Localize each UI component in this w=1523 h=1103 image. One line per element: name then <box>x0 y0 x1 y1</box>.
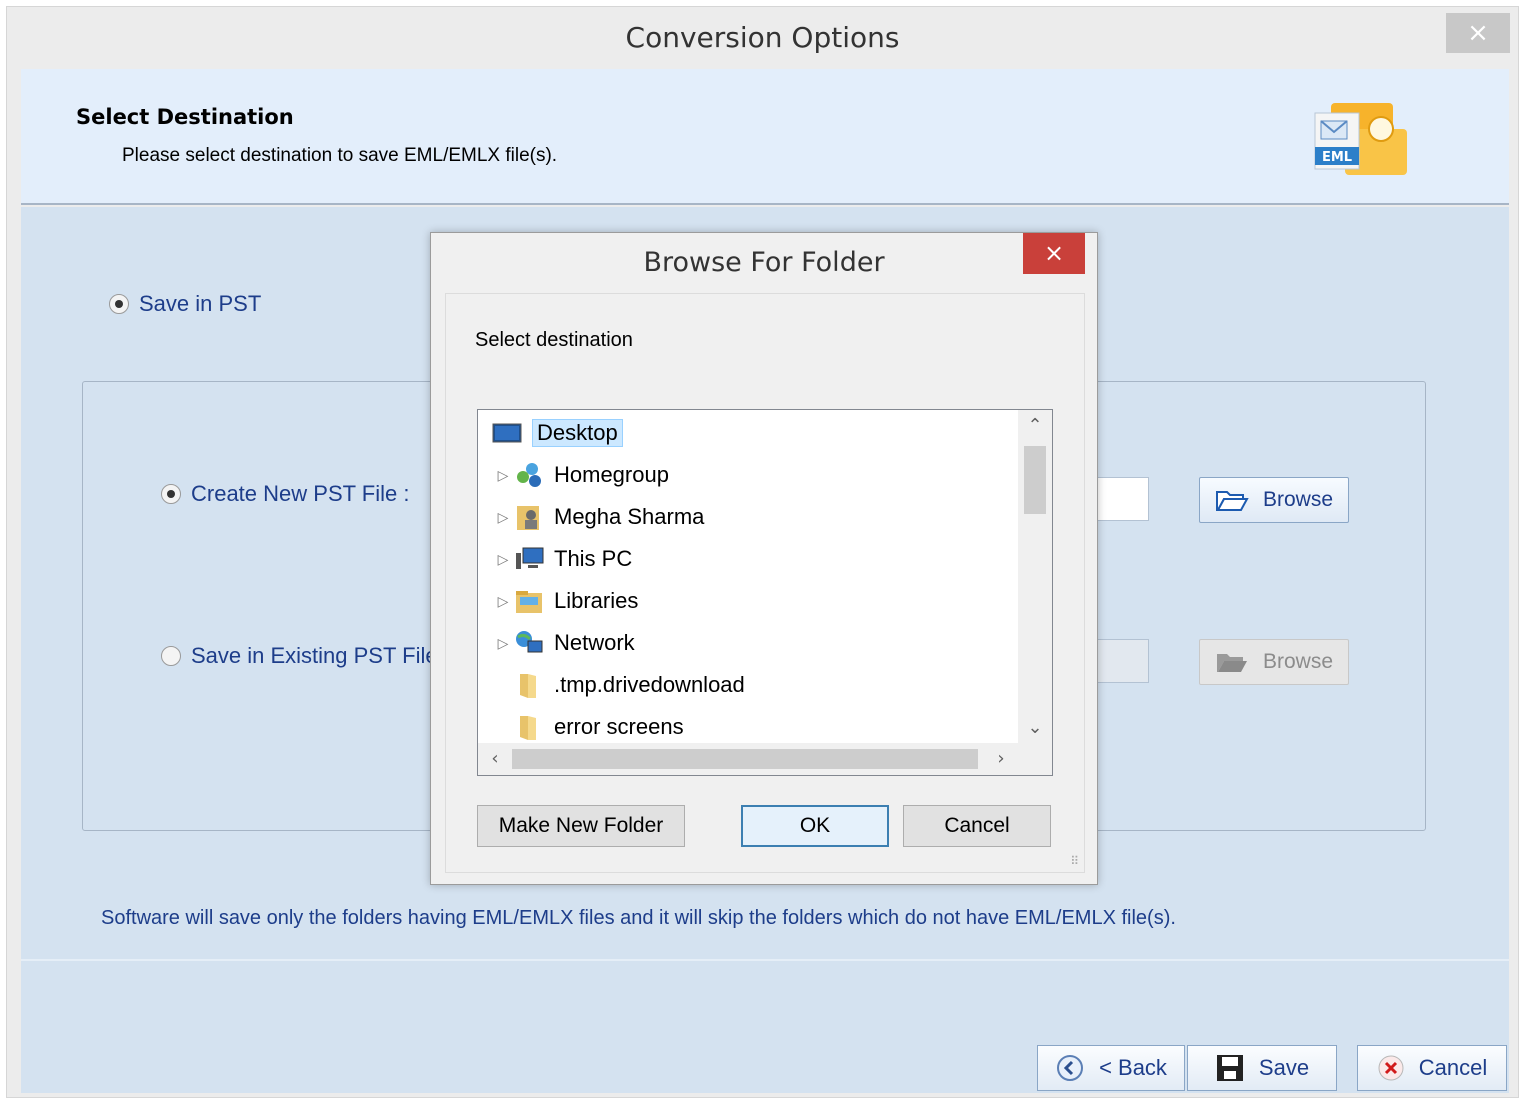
save-label: Save <box>1258 1055 1310 1080</box>
back-button[interactable]: < Back <box>1037 1045 1185 1091</box>
browse-new-button[interactable]: Browse <box>1199 477 1349 523</box>
folder-icon <box>520 716 536 740</box>
expand-arrow-icon[interactable]: ▷ <box>492 509 514 526</box>
scroll-thumb[interactable] <box>1024 446 1046 514</box>
footer-panel: < Back Save Cancel <box>21 959 1509 1093</box>
save-in-pst-radio[interactable]: Save in PST <box>109 291 261 317</box>
tree-item-this-pc[interactable]: ▷ This PC <box>492 538 633 580</box>
floppy-disk-icon <box>1216 1055 1243 1081</box>
vertical-scrollbar[interactable]: ⌃ ⌄ <box>1018 410 1052 744</box>
expand-arrow-icon[interactable]: ▷ <box>492 635 514 652</box>
save-existing-pst-radio[interactable]: Save in Existing PST File <box>161 643 438 669</box>
ok-button[interactable]: OK <box>741 805 889 847</box>
tree-item-label: Homegroup <box>554 462 669 487</box>
back-label: < Back <box>1099 1055 1167 1080</box>
save-existing-pst-label: Save in Existing PST File <box>191 643 438 668</box>
dialog-label: Select destination <box>475 329 633 351</box>
browse-existing-label: Browse <box>1262 650 1334 673</box>
window-title: Conversion Options <box>625 21 900 54</box>
info-text: Software will save only the folders havi… <box>101 907 1176 929</box>
make-new-folder-button[interactable]: Make New Folder <box>477 805 685 847</box>
folder-open-icon <box>1216 654 1247 672</box>
eml-logo-icon: EML <box>1314 103 1407 175</box>
radio-dot <box>109 294 129 314</box>
tree-item-label: .tmp.drivedownload <box>554 672 745 697</box>
computer-icon <box>516 547 544 569</box>
save-button[interactable]: Save <box>1187 1045 1337 1091</box>
browse-existing-button: Browse <box>1199 639 1349 685</box>
header-title: Select Destination <box>76 105 294 129</box>
tree-item-megha-sharma[interactable]: ▷ Megha Sharma <box>492 496 704 538</box>
header-panel: Select Destination Please select destina… <box>21 69 1509 205</box>
tree-item-libraries[interactable]: ▷ Libraries <box>492 580 638 622</box>
tree-item-label: Network <box>554 630 635 655</box>
tree-item-label: Megha Sharma <box>554 504 705 529</box>
cancel-button[interactable]: Cancel <box>1357 1045 1507 1091</box>
window-close-button[interactable]: × <box>1446 13 1510 53</box>
create-new-pst-radio[interactable]: Create New PST File : <box>161 481 409 507</box>
user-folder-icon <box>517 506 539 530</box>
create-new-pst-label: Create New PST File : <box>191 481 410 506</box>
libraries-icon <box>516 591 542 613</box>
tree-item-error-screens[interactable]: error screens <box>514 706 684 748</box>
tree-item-network[interactable]: ▷ Network <box>492 622 635 664</box>
expand-arrow-icon[interactable]: ▷ <box>492 551 514 568</box>
homegroup-icon <box>517 463 541 487</box>
scroll-right-icon[interactable]: › <box>984 743 1018 775</box>
tree-item-desktop[interactable]: Desktop <box>492 412 623 454</box>
back-arrow-icon <box>1057 1055 1084 1081</box>
tree-item-tmp-drivedownload[interactable]: .tmp.drivedownload <box>514 664 745 706</box>
header-subtitle: Please select destination to save EML/EM… <box>122 145 558 166</box>
scroll-thumb[interactable] <box>512 749 978 769</box>
tree-item-homegroup[interactable]: ▷ Homegroup <box>492 454 669 496</box>
dialog-cancel-button[interactable]: Cancel <box>903 805 1051 847</box>
resize-grip-icon[interactable]: ⠿ <box>1070 854 1079 868</box>
tree-item-label: error screens <box>554 714 684 739</box>
cancel-label: Cancel <box>1418 1055 1488 1080</box>
tree-item-label: Desktop <box>532 419 623 447</box>
horizontal-scrollbar[interactable]: ‹ › <box>478 743 1052 775</box>
scroll-left-icon[interactable]: ‹ <box>478 743 512 775</box>
save-in-pst-label: Save in PST <box>139 291 262 316</box>
browse-for-folder-dialog: Browse For Folder × Select destination D… <box>430 232 1098 885</box>
scroll-down-icon[interactable]: ⌄ <box>1018 712 1052 744</box>
tree-item-label: Libraries <box>554 588 639 613</box>
eml-icon-label: EML <box>1322 150 1352 165</box>
expand-arrow-icon[interactable]: ▷ <box>492 593 514 610</box>
scroll-up-icon[interactable]: ⌃ <box>1018 410 1052 442</box>
expand-arrow-icon[interactable]: ▷ <box>492 467 514 484</box>
desktop-icon <box>492 423 522 443</box>
dialog-close-button[interactable]: × <box>1023 233 1085 274</box>
dialog-title: Browse For Folder <box>643 247 885 278</box>
tree-item-label: This PC <box>554 546 633 571</box>
radio-dot <box>161 484 181 504</box>
folder-open-icon <box>1215 491 1249 511</box>
radio-dot <box>161 646 181 666</box>
cancel-x-icon <box>1378 1055 1404 1081</box>
existing-pst-path-input <box>1089 639 1149 683</box>
folder-tree[interactable]: Desktop ▷ Homegroup ▷ Megha Sharma ▷ Thi… <box>477 409 1053 776</box>
folder-icon <box>520 674 536 698</box>
browse-new-label: Browse <box>1262 488 1334 511</box>
network-icon <box>516 631 543 653</box>
new-pst-path-input[interactable] <box>1089 477 1149 521</box>
